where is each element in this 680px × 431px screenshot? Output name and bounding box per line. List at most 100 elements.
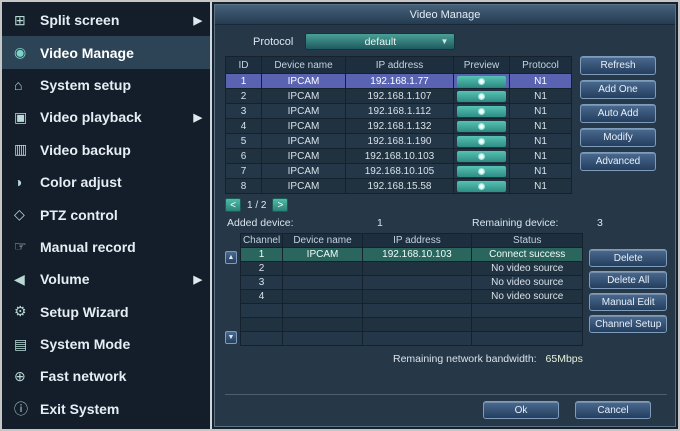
protocol-dropdown[interactable]: default ▼ (305, 33, 455, 50)
sidebar-item-label: Color adjust (40, 174, 122, 190)
refresh-button[interactable]: Refresh (580, 56, 656, 75)
table-row[interactable]: 3 No video source (240, 276, 582, 290)
column-header-preview: Preview (454, 57, 510, 74)
cell-protocol: N1 (510, 179, 572, 194)
monitor-icon: ▣ (14, 109, 40, 126)
column-header-device-name: Device name (262, 57, 346, 74)
sidebar-item-manual-record[interactable]: ☞ Manual record (2, 231, 210, 263)
cell-device-name: IPCAM (283, 248, 363, 262)
pagination: < 1 / 2 > (225, 198, 667, 212)
table-row[interactable]: 2 IPCAM 192.168.1.107 N1 (226, 89, 572, 104)
cell-id: 4 (226, 119, 262, 134)
table-row[interactable]: 3 IPCAM 192.168.1.112 N1 (226, 104, 572, 119)
cell-ip: 192.168.10.105 (346, 164, 454, 179)
next-page-button[interactable]: > (272, 198, 288, 212)
preview-eye-icon[interactable] (457, 181, 506, 192)
table-row[interactable]: 1 IPCAM 192.168.10.103 Connect success (240, 248, 582, 262)
column-header-ip: IP address (346, 57, 454, 74)
scroll-up-icon[interactable]: ▲ (225, 251, 237, 264)
advanced-button[interactable]: Advanced (580, 152, 656, 171)
page-indicator: 1 / 2 (247, 200, 266, 211)
cell-id: 7 (226, 164, 262, 179)
sidebar-item-fast-network[interactable]: ⊕ Fast network (2, 360, 210, 392)
auto-add-button[interactable]: Auto Add (580, 104, 656, 123)
video-camera-icon: ◉ (14, 44, 40, 61)
table-row[interactable]: 8 IPCAM 192.168.15.58 N1 (226, 179, 572, 194)
sidebar-item-exit-system[interactable]: ⓘ Exit System (2, 393, 210, 425)
cell-ip: 192.168.1.77 (346, 74, 454, 89)
table-row[interactable]: 4 IPCAM 192.168.1.132 N1 (226, 119, 572, 134)
sidebar-item-video-manage[interactable]: ◉ Video Manage (2, 36, 210, 68)
sidebar-item-split-screen[interactable]: ⊞ Split screen ▶ (2, 4, 210, 36)
table-row[interactable] (240, 332, 582, 346)
preview-eye-icon[interactable] (457, 121, 506, 132)
info-circle-icon: ⓘ (14, 399, 40, 419)
cell-protocol: N1 (510, 89, 572, 104)
sidebar-item-color-adjust[interactable]: ◑ Color adjust (2, 166, 210, 198)
sidebar-item-label: Fast network (40, 368, 126, 384)
sidebar-item-label: System Mode (40, 336, 130, 352)
preview-eye-icon[interactable] (457, 166, 506, 177)
cell-device-name (283, 290, 363, 304)
table-row[interactable]: 4 No video source (240, 290, 582, 304)
cancel-button[interactable]: Cancel (575, 401, 651, 419)
speaker-icon: ◀ (14, 271, 40, 288)
preview-eye-icon[interactable] (457, 151, 506, 162)
table-row[interactable]: 1 IPCAM 192.168.1.77 N1 (226, 74, 572, 89)
prev-page-button[interactable]: < (225, 198, 241, 212)
hand-icon: ☞ (14, 238, 40, 255)
device-table: ID Device name IP address Preview Protoc… (225, 56, 572, 194)
cell-channel: 3 (240, 276, 282, 290)
cell-preview (454, 134, 510, 149)
sidebar-item-volume[interactable]: ◀ Volume ▶ (2, 263, 210, 295)
table-row[interactable]: 2 No video source (240, 262, 582, 276)
table-row[interactable] (240, 304, 582, 318)
channel-table-header: Channel Device name IP address Status (240, 234, 582, 248)
sidebar-item-system-setup[interactable]: ⌂ System setup (2, 69, 210, 101)
preview-eye-icon[interactable] (457, 136, 506, 147)
cell-ip (362, 332, 471, 346)
remaining-device-value: 3 (597, 217, 603, 229)
sidebar-item-label: Setup Wizard (40, 304, 129, 320)
preview-eye-icon[interactable] (457, 91, 506, 102)
added-device-value: 1 (377, 217, 472, 229)
scroll-down-icon[interactable]: ▼ (225, 331, 237, 344)
sidebar-item-setup-wizard[interactable]: ⚙ Setup Wizard (2, 296, 210, 328)
sidebar-item-system-mode[interactable]: ▤ System Mode (2, 328, 210, 360)
table-row[interactable] (240, 318, 582, 332)
add-one-button[interactable]: Add One (580, 80, 656, 99)
device-section: ID Device name IP address Preview Protoc… (225, 56, 667, 194)
remaining-device-label: Remaining device: (472, 217, 597, 229)
gears-icon: ⚙ (14, 303, 40, 320)
cell-channel (240, 318, 282, 332)
ok-button[interactable]: Ok (483, 401, 559, 419)
dialog-footer: Ok Cancel (225, 394, 667, 419)
sidebar-item-video-backup[interactable]: ▥ Video backup (2, 134, 210, 166)
column-header-status: Status (472, 234, 583, 248)
modify-button[interactable]: Modify (580, 128, 656, 147)
table-row[interactable]: 7 IPCAM 192.168.10.105 N1 (226, 164, 572, 179)
cell-device-name: IPCAM (262, 119, 346, 134)
manual-edit-button[interactable]: Manual Edit (589, 293, 667, 311)
cell-id: 1 (226, 74, 262, 89)
sidebar-item-label: Volume (40, 271, 90, 287)
sidebar-item-ptz-control[interactable]: ◇ PTZ control (2, 198, 210, 230)
table-row[interactable]: 5 IPCAM 192.168.1.190 N1 (226, 134, 572, 149)
delete-all-button[interactable]: Delete All (589, 271, 667, 289)
table-row[interactable]: 6 IPCAM 192.168.10.103 N1 (226, 149, 572, 164)
cell-id: 8 (226, 179, 262, 194)
cell-protocol: N1 (510, 134, 572, 149)
sidebar-item-video-playback[interactable]: ▣ Video playback ▶ (2, 101, 210, 133)
delete-button[interactable]: Delete (589, 249, 667, 267)
chevron-right-icon: ▶ (194, 111, 202, 124)
cell-preview (454, 179, 510, 194)
chevron-down-icon: ▼ (440, 37, 448, 46)
channel-setup-button[interactable]: Channel Setup (589, 315, 667, 333)
column-header-protocol: Protocol (510, 57, 572, 74)
preview-eye-icon[interactable] (457, 106, 506, 117)
cell-channel: 2 (240, 262, 282, 276)
sidebar-item-label: Video playback (40, 109, 142, 125)
device-summary: Added device: 1 Remaining device: 3 (227, 217, 667, 229)
preview-eye-icon[interactable] (457, 76, 506, 87)
chevron-right-icon: ▶ (194, 273, 202, 286)
